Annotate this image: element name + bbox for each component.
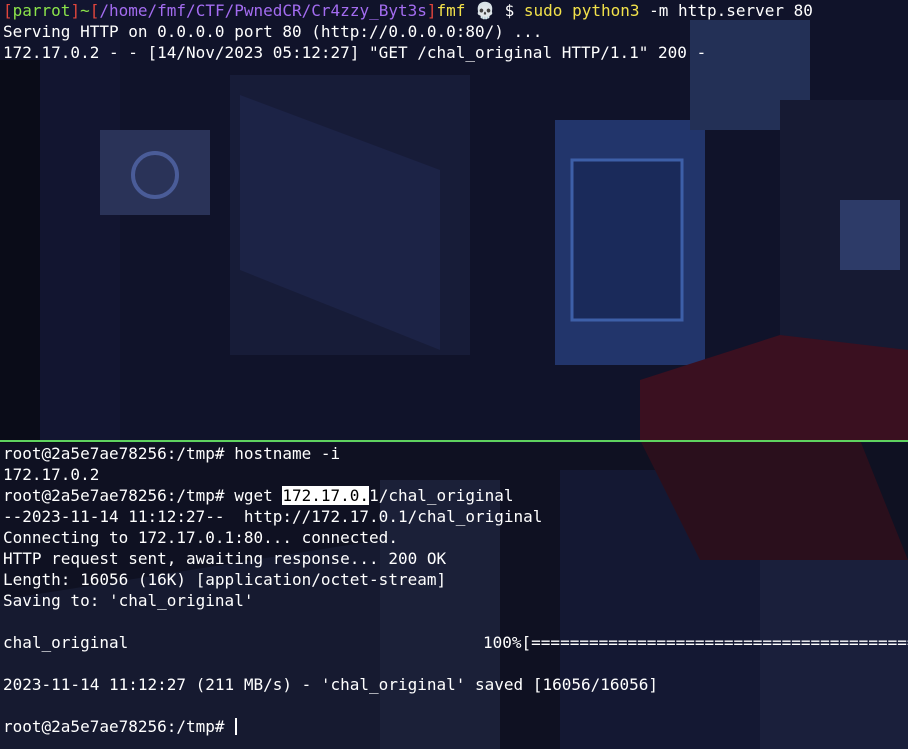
- output-line: Saving to: 'chal_original': [3, 591, 254, 610]
- download-saved-line: 2023-11-14 11:12:27 (211 MB/s) - 'chal_o…: [3, 675, 659, 694]
- progress-filename: chal_original: [3, 633, 129, 652]
- output-line: Connecting to 172.17.0.1:80... connected…: [3, 528, 398, 547]
- prompt-bracket-open: [: [3, 1, 13, 20]
- root-prompt: root@2a5e7ae78256:/tmp#: [3, 486, 225, 505]
- root-prompt: root@2a5e7ae78256:/tmp#: [3, 717, 225, 736]
- progress-bar: [=======================================…: [521, 633, 908, 652]
- command-line-wget: root@2a5e7ae78256:/tmp# wget 172.17.0.1/…: [3, 485, 514, 506]
- selected-text[interactable]: 172.17.0.: [282, 486, 370, 505]
- prompt-user: parrot: [12, 1, 71, 20]
- progress-percent: 100%: [483, 633, 522, 652]
- command-wget-url-rest: 1/chal_original: [369, 486, 514, 505]
- download-progress: chal_original 100%[======================…: [3, 632, 908, 653]
- command-args: -m http.server 80: [639, 1, 813, 20]
- prompt-path-open: [: [89, 1, 100, 20]
- prompt-bracket-close: ]: [70, 1, 81, 20]
- command-line-hostname: root@2a5e7ae78256:/tmp# hostname -i: [3, 443, 340, 464]
- command-sudo: sudo: [523, 1, 563, 20]
- skull-icon: 💀: [475, 1, 495, 20]
- terminal-pane-bottom[interactable]: root@2a5e7ae78256:/tmp# hostname -i 172.…: [0, 443, 908, 749]
- prompt-line-top: [parrot]~[/home/fmf/CTF/PwnedCR/Cr4zzy_B…: [3, 0, 813, 21]
- command-line-active[interactable]: root@2a5e7ae78256:/tmp#: [3, 716, 238, 737]
- prompt-path: /home/fmf/CTF/PwnedCR/Cr4zzy_Byt3s: [99, 1, 427, 20]
- output-line: Serving HTTP on 0.0.0.0 port 80 (http://…: [3, 22, 543, 41]
- text-cursor: [235, 718, 238, 735]
- prompt-path-close: ]: [426, 1, 437, 20]
- root-prompt: root@2a5e7ae78256:/tmp#: [3, 444, 225, 463]
- output-line: HTTP request sent, awaiting response... …: [3, 549, 447, 568]
- output-line: 172.17.0.2 - - [14/Nov/2023 05:12:27] "G…: [3, 43, 707, 62]
- output-line: 172.17.0.2: [3, 465, 100, 484]
- command-python3: python3: [572, 1, 640, 20]
- terminal-pane-top[interactable]: [parrot]~[/home/fmf/CTF/PwnedCR/Cr4zzy_B…: [0, 0, 908, 440]
- prompt-tilde: ~: [80, 1, 90, 20]
- command-hostname: hostname -i: [224, 444, 341, 463]
- output-line: Length: 16056 (16K) [application/octet-s…: [3, 570, 447, 589]
- output-line: --2023-11-14 11:12:27-- http://172.17.0.…: [3, 507, 543, 526]
- prompt-dollar: $: [504, 1, 515, 20]
- command-wget: wget: [224, 486, 283, 505]
- prompt-host: fmf: [436, 1, 466, 20]
- pane-divider[interactable]: [0, 440, 908, 442]
